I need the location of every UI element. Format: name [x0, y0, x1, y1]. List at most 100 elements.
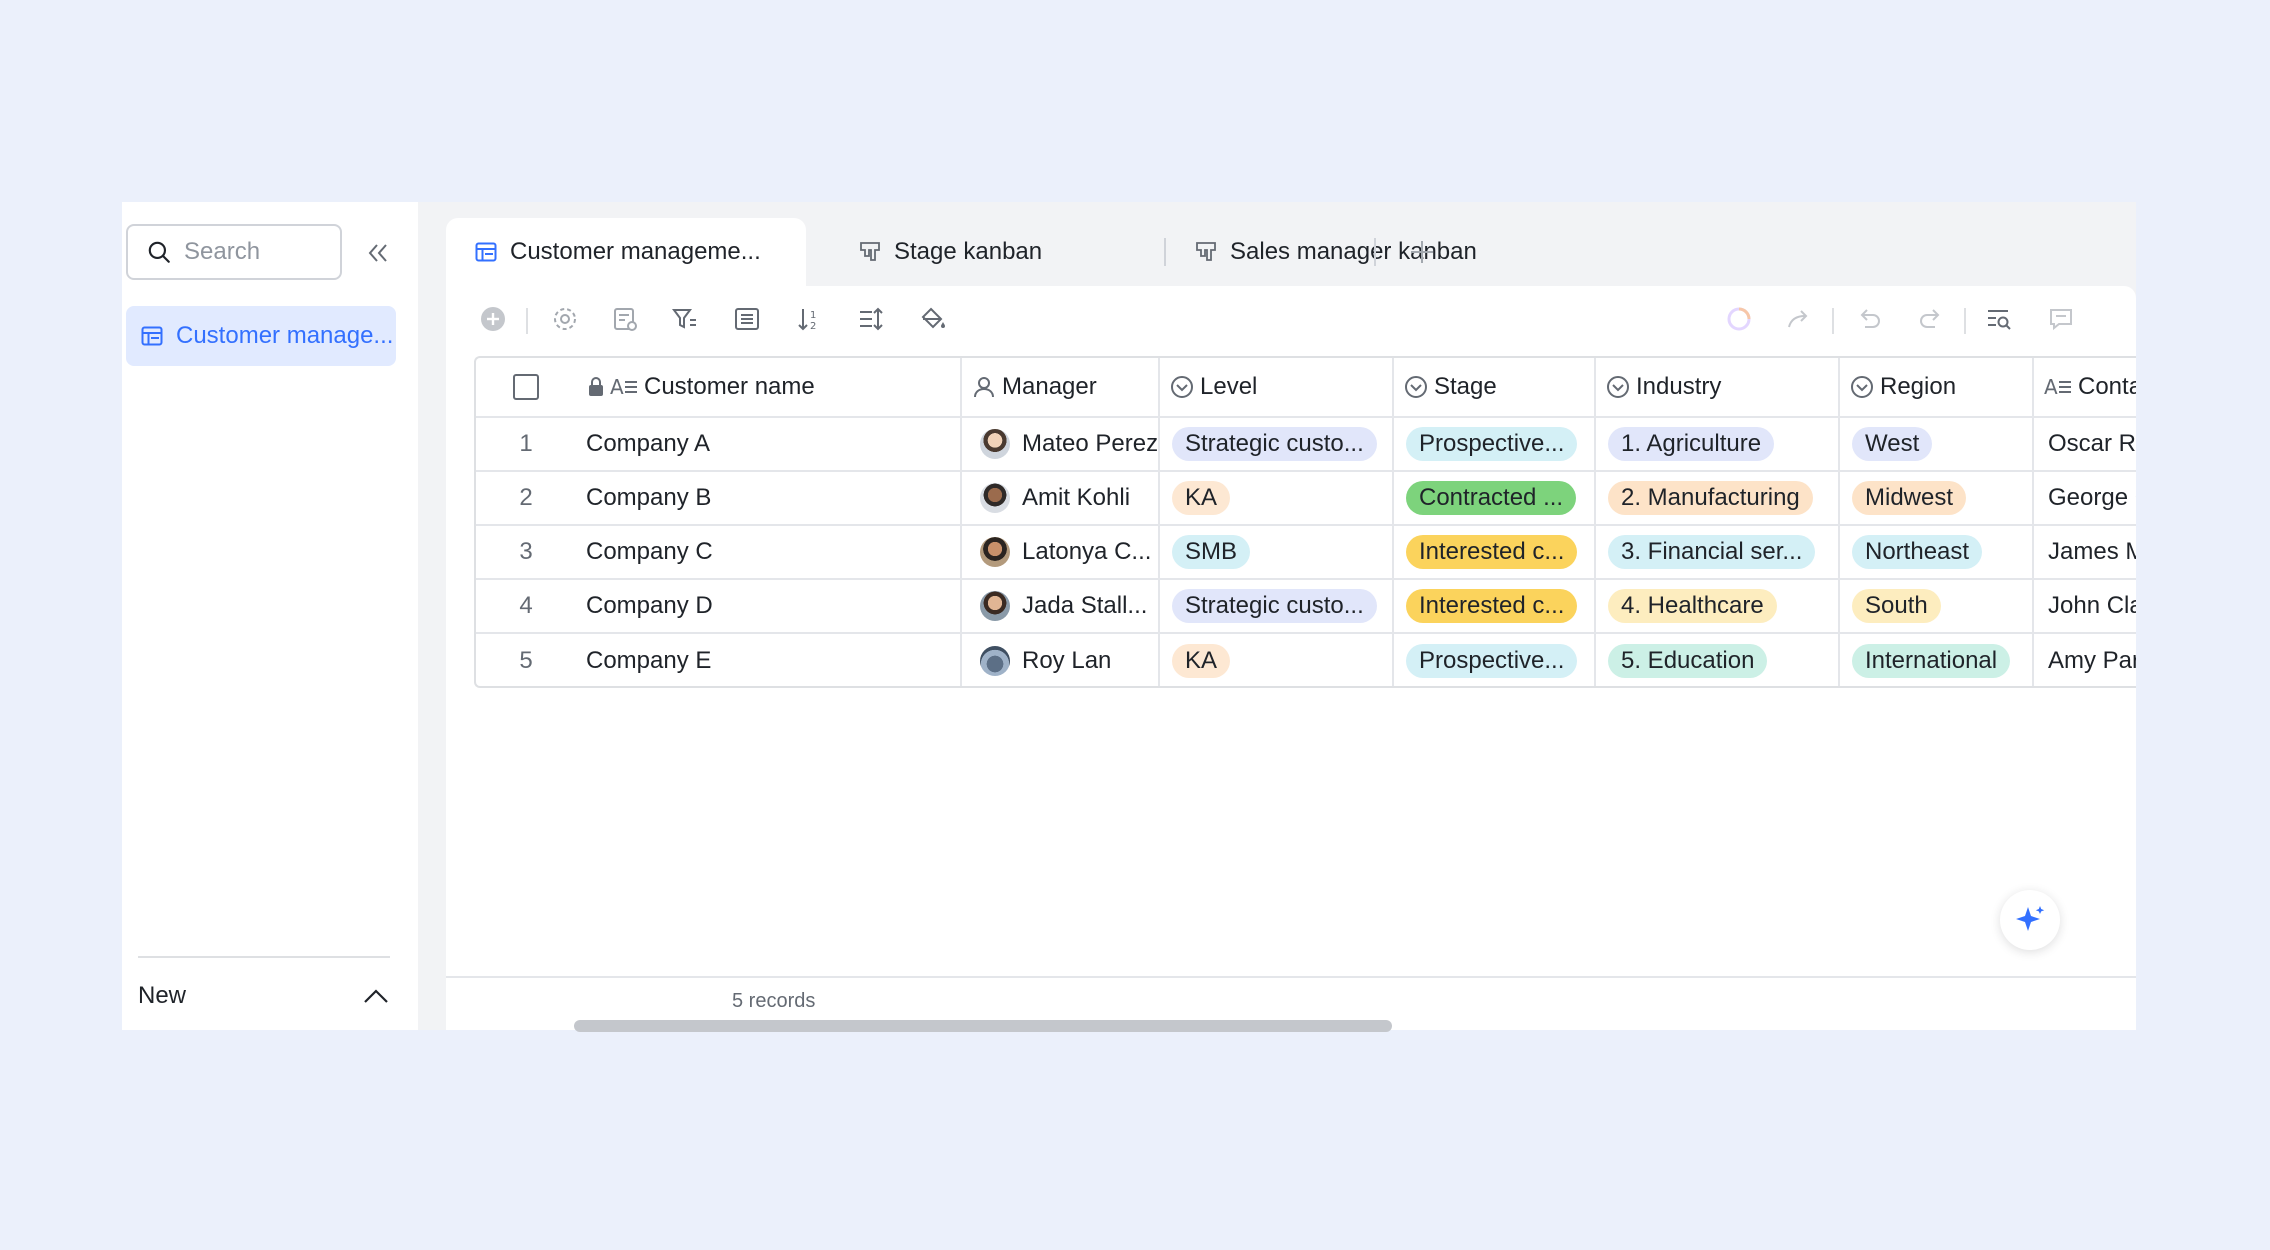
column-header-level[interactable]: Level — [1160, 358, 1394, 416]
select-all-checkbox[interactable] — [513, 374, 539, 400]
kanban-icon — [860, 242, 880, 261]
color-fill-button[interactable] — [918, 304, 948, 334]
manager-cell[interactable]: Mateo Perez — [962, 418, 1160, 470]
stage-cell[interactable]: Prospective... — [1394, 634, 1596, 686]
customer-name-cell[interactable]: Company D — [576, 580, 962, 632]
region-cell[interactable]: Midwest — [1840, 472, 2034, 524]
spinner-ring-icon — [1727, 307, 1751, 331]
column-header-customer-name[interactable]: A Customer name — [576, 358, 962, 416]
region-cell[interactable]: International — [1840, 634, 2034, 686]
contact-cell[interactable]: Oscar Ramos — [2034, 418, 2136, 470]
group-button[interactable] — [732, 304, 762, 334]
tab-stage-kanban[interactable]: Stage kanban — [858, 218, 1042, 286]
single-select-icon — [1171, 376, 1193, 398]
region-cell[interactable]: Northeast — [1840, 526, 2034, 578]
customer-name-cell[interactable]: Company E — [576, 634, 962, 686]
text-field-icon: A — [610, 376, 637, 398]
add-record-button[interactable] — [478, 304, 508, 334]
stage-cell[interactable]: Interested c... — [1394, 526, 1596, 578]
industry-cell[interactable]: 3. Financial ser... — [1596, 526, 1840, 578]
share-button[interactable] — [1784, 304, 1814, 334]
form-button[interactable] — [610, 304, 640, 334]
search-box[interactable] — [126, 224, 342, 280]
view-tabs: Customer manageme... Stage kanban Sales … — [446, 218, 2136, 286]
level-cell[interactable]: SMB — [1160, 526, 1394, 578]
ai-assistant-button[interactable] — [2000, 890, 2060, 950]
new-label: New — [138, 982, 187, 1009]
customer-name-cell[interactable]: Company C — [576, 526, 962, 578]
table-row[interactable]: 1 Company A Mateo Perez Strategic custo.… — [476, 418, 2136, 472]
contact-cell[interactable]: Amy Park — [2034, 634, 2136, 686]
level-cell[interactable]: Strategic custo... — [1160, 418, 1394, 470]
comments-button[interactable] — [2046, 304, 2076, 334]
grid-table-icon — [141, 326, 163, 346]
settings-button[interactable] — [550, 304, 580, 334]
redo-button[interactable] — [1916, 304, 1946, 334]
sidebar-item-customer-management[interactable]: Customer manage... — [126, 306, 396, 366]
manager-cell[interactable]: Jada Stall... — [962, 580, 1160, 632]
level-cell[interactable]: KA — [1160, 472, 1394, 524]
data-grid: A Customer name Manager Level Stage Indu… — [474, 356, 2136, 688]
level-cell[interactable]: KA — [1160, 634, 1394, 686]
svg-text:2: 2 — [810, 321, 816, 332]
level-cell[interactable]: Strategic custo... — [1160, 580, 1394, 632]
column-header-contact[interactable]: A Contact — [2034, 358, 2136, 416]
avatar — [980, 483, 1010, 513]
column-label: Region — [1880, 373, 1957, 400]
search-input[interactable] — [184, 238, 334, 266]
horizontal-scrollbar[interactable] — [574, 1020, 1392, 1032]
manager-cell[interactable]: Latonya C... — [962, 526, 1160, 578]
avatar — [980, 591, 1010, 621]
ai-loading-indicator — [1724, 304, 1754, 334]
region-tag: International — [1852, 644, 2011, 678]
level-tag: KA — [1172, 481, 1231, 515]
form-icon — [614, 308, 637, 331]
toolbar: 12 — [446, 286, 2136, 352]
collapse-sidebar-button[interactable] — [362, 238, 394, 268]
footer-divider — [446, 976, 2136, 978]
tab-customer-management[interactable]: Customer manageme... — [446, 218, 806, 286]
avatar — [980, 429, 1010, 459]
manager-cell[interactable]: Roy Lan — [962, 634, 1160, 686]
customer-name-cell[interactable]: Company B — [576, 472, 962, 524]
stage-cell[interactable]: Contracted ... — [1394, 472, 1596, 524]
svg-text:A: A — [2044, 376, 2058, 398]
stage-tag: Contracted ... — [1406, 481, 1577, 515]
chevron-up-icon — [364, 989, 388, 1003]
table-row[interactable]: 5 Company E Roy Lan KA Prospective... 5.… — [476, 634, 2136, 686]
industry-cell[interactable]: 1. Agriculture — [1596, 418, 1840, 470]
find-button[interactable] — [1984, 304, 2014, 334]
new-section-toggle[interactable]: New — [138, 972, 390, 1020]
table-row[interactable]: 4 Company D Jada Stall... Strategic cust… — [476, 580, 2136, 634]
add-view-button[interactable] — [1406, 236, 1438, 268]
filter-button[interactable] — [670, 304, 700, 334]
industry-cell[interactable]: 5. Education — [1596, 634, 1840, 686]
sort-button[interactable]: 12 — [794, 304, 824, 334]
row-number: 2 — [519, 484, 533, 511]
region-cell[interactable]: South — [1840, 580, 2034, 632]
gear-icon — [554, 308, 576, 330]
undo-button[interactable] — [1854, 304, 1884, 334]
svg-text:1: 1 — [810, 310, 816, 321]
manager-cell[interactable]: Amit Kohli — [962, 472, 1160, 524]
contact-cell[interactable]: John Clark — [2034, 580, 2136, 632]
column-header-industry[interactable]: Industry — [1596, 358, 1840, 416]
grid-table-icon — [475, 242, 497, 262]
contact-cell[interactable]: James Morris — [2034, 526, 2136, 578]
table-row[interactable]: 3 Company C Latonya C... SMB Interested … — [476, 526, 2136, 580]
lock-icon — [589, 377, 603, 396]
industry-cell[interactable]: 2. Manufacturing — [1596, 472, 1840, 524]
tab-divider — [1374, 238, 1376, 266]
industry-cell[interactable]: 4. Healthcare — [1596, 580, 1840, 632]
customer-name-cell[interactable]: Company A — [576, 418, 962, 470]
contact-cell[interactable]: George Gianni — [2034, 472, 2136, 524]
column-header-region[interactable]: Region — [1840, 358, 2034, 416]
stage-cell[interactable]: Prospective... — [1394, 418, 1596, 470]
column-header-stage[interactable]: Stage — [1394, 358, 1596, 416]
column-header-manager[interactable]: Manager — [962, 358, 1160, 416]
table-row[interactable]: 2 Company B Amit Kohli KA Contracted ...… — [476, 472, 2136, 526]
stage-cell[interactable]: Interested c... — [1394, 580, 1596, 632]
row-height-button[interactable] — [856, 304, 886, 334]
toolbar-divider — [526, 308, 528, 334]
region-cell[interactable]: West — [1840, 418, 2034, 470]
